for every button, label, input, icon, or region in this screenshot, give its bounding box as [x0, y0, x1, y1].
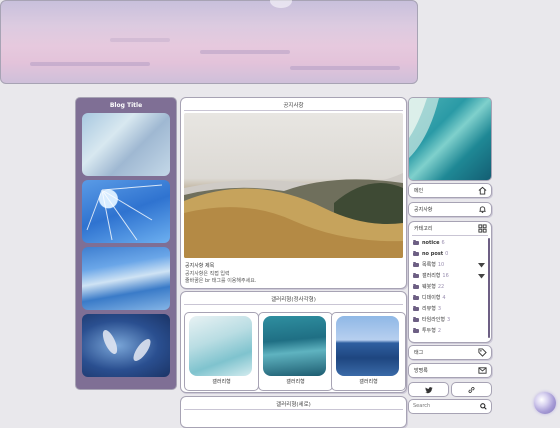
category-name: 타임라인형 [422, 317, 446, 323]
caret-down-icon[interactable] [478, 274, 485, 279]
caret-down-icon[interactable] [478, 263, 485, 268]
moon-decoration [270, 0, 292, 8]
notice-box: 공지사항 공지사항 제목 공지사항은 직접 입력 줄바꿈은 br 태그를 이용해… [180, 97, 407, 289]
category-count: 3 [437, 306, 441, 312]
category-item[interactable]: 디데이형 4 [413, 294, 446, 302]
cloud-decoration [30, 62, 150, 66]
notice-post-title[interactable]: 공지사항 제목 [185, 262, 214, 269]
link-button[interactable] [451, 382, 492, 397]
category-name: 목록형 [422, 262, 436, 268]
gallery-label: 갤러리형 [286, 379, 305, 385]
twitter-icon [425, 386, 433, 393]
folder-icon [413, 283, 419, 289]
guestbook-link[interactable]: 방명록 [408, 363, 492, 378]
category-name: 갤러리형 [422, 273, 441, 279]
category-count: 6 [441, 240, 445, 246]
folder-icon [413, 239, 419, 245]
category-item[interactable]: 리뷰형 3 [413, 305, 441, 313]
tag-link[interactable]: 태그 [408, 345, 492, 360]
search-icon[interactable] [480, 403, 487, 410]
folder-icon [413, 305, 419, 311]
notice-link[interactable]: 공지사항 [408, 202, 492, 217]
beach-illustration [409, 98, 439, 158]
divider [184, 110, 403, 111]
cloud-decoration [200, 50, 290, 54]
folder-icon [413, 316, 419, 322]
gallery-square-header: 갤러리형(정사각형) [271, 297, 316, 303]
category-count: 3 [447, 317, 451, 323]
gallery-label: 갤러리형 [359, 379, 378, 385]
category-item[interactable]: notice 6 [413, 239, 445, 247]
gallery-vertical-box: 갤러리형(세로) [180, 396, 407, 428]
category-item[interactable]: 목록형 10 [413, 261, 444, 269]
category-count: 10 [437, 262, 445, 268]
bell-icon [479, 206, 486, 213]
sidebar-image-fish[interactable] [82, 314, 170, 377]
gallery-vertical-header: 갤러리형(세로) [276, 402, 311, 408]
notice-image[interactable] [184, 113, 403, 258]
mail-icon [478, 367, 487, 374]
home-label: 메인 [414, 188, 424, 194]
category-item[interactable]: 타임라인형 3 [413, 316, 450, 324]
notice-header: 공지사항 [283, 103, 304, 109]
twitter-button[interactable] [408, 382, 449, 397]
link-icon [468, 386, 475, 393]
tag-icon [478, 348, 487, 357]
gallery-item[interactable]: 갤러리형 [331, 312, 406, 391]
category-box: 카테고리 notice 6 no post 0 목록형 10 갤러리형 16 웨붓형 22… [408, 221, 492, 343]
notice-post-desc-1: 공지사항은 직접 입력 [185, 271, 230, 277]
notice-label: 공지사항 [414, 207, 433, 213]
category-count: 22 [437, 284, 445, 290]
category-item[interactable]: no post 0 [413, 250, 448, 258]
profile-image[interactable] [408, 97, 492, 181]
divider [184, 409, 403, 410]
header-banner [0, 0, 418, 84]
category-count: 2 [437, 328, 441, 334]
blog-title[interactable]: Blog Title [76, 102, 176, 109]
category-name: 웨붓형 [422, 284, 436, 290]
category-name: 디데이형 [422, 295, 441, 301]
folder-icon [413, 327, 419, 333]
scrollbar[interactable] [488, 238, 490, 338]
home-icon [478, 186, 487, 195]
category-name: notice [422, 240, 440, 246]
category-name: no post [422, 251, 444, 257]
folder-icon [413, 250, 419, 256]
left-sidebar: Blog Title [75, 97, 177, 390]
scroll-top-orb[interactable] [534, 392, 556, 414]
category-count: 16 [442, 273, 449, 279]
cloud-decoration [110, 38, 170, 42]
cloud-decoration [290, 66, 400, 70]
gallery-thumbnail [189, 316, 252, 376]
sidebar-image-umbrella[interactable] [82, 180, 170, 243]
folder-icon [413, 294, 419, 300]
category-item[interactable]: 갤러리형 16 [413, 272, 449, 280]
search-box [408, 399, 492, 414]
gallery-item[interactable]: 갤러리형 [258, 312, 333, 391]
gallery-label: 갤러리형 [212, 379, 231, 385]
category-name: 투두형 [422, 328, 436, 334]
guestbook-label: 방명록 [414, 368, 428, 374]
category-count: 0 [445, 251, 449, 257]
divider [184, 304, 403, 305]
category-count: 4 [442, 295, 446, 301]
home-link[interactable]: 메인 [408, 183, 492, 198]
notice-post-desc-2: 줄바꿈은 br 태그를 이용해주세요. [185, 278, 257, 284]
category-name: 리뷰형 [422, 306, 436, 312]
category-icon [478, 224, 487, 233]
hills-illustration [184, 173, 403, 258]
gallery-thumbnail [336, 316, 399, 376]
category-label: 카테고리 [414, 226, 433, 232]
sidebar-image-ice[interactable] [82, 113, 170, 176]
folder-icon [413, 272, 419, 278]
gallery-thumbnail [263, 316, 326, 376]
sidebar-image-sea[interactable] [82, 247, 170, 310]
category-item[interactable]: 웨붓형 22 [413, 283, 444, 291]
tag-label: 태그 [414, 350, 424, 356]
category-item[interactable]: 투두형 2 [413, 327, 441, 335]
folder-icon [413, 261, 419, 267]
gallery-item[interactable]: 갤러리형 [184, 312, 259, 391]
search-input[interactable] [411, 401, 479, 411]
divider [412, 235, 488, 236]
